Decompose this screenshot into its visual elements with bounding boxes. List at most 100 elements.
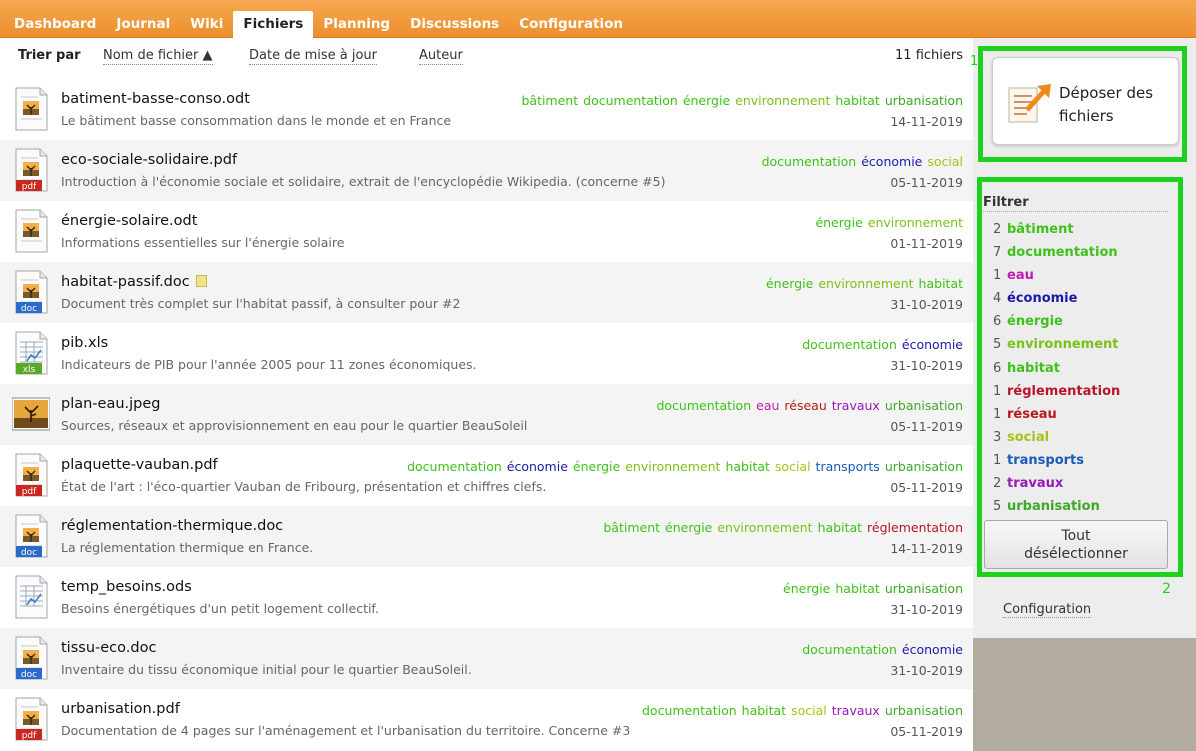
- tab-planning[interactable]: Planning: [313, 11, 400, 38]
- filter-item-3[interactable]: 4 économie: [993, 289, 1120, 312]
- tag-link[interactable]: réglementation: [867, 520, 963, 535]
- tag-link[interactable]: bâtiment: [521, 93, 578, 108]
- file-row[interactable]: batiment-basse-conso.odt Le bâtiment bass…: [0, 79, 973, 140]
- doc-file-icon[interactable]: doc: [12, 270, 50, 314]
- tab-discussions[interactable]: Discussions: [400, 11, 509, 38]
- tag-link[interactable]: environnement: [625, 459, 720, 474]
- deselect-all-button[interactable]: Tout désélectionner: [984, 520, 1168, 569]
- tag-link[interactable]: travaux: [832, 703, 880, 718]
- file-row[interactable]: plan-eau.jpeg Sources, réseaux et approvi…: [0, 384, 973, 445]
- tag-link[interactable]: documentation: [583, 93, 678, 108]
- file-row[interactable]: doc réglementation-thermique.doc La réglem…: [0, 506, 973, 567]
- file-name-link[interactable]: eco-sociale-solidaire.pdf: [61, 152, 237, 168]
- xls-file-icon[interactable]: xls: [12, 331, 50, 375]
- file-row[interactable]: pdf plaquette-vauban.pdf État de l'art : l…: [0, 445, 973, 506]
- tag-link[interactable]: économie: [861, 154, 922, 169]
- tag-link[interactable]: bâtiment: [603, 520, 660, 535]
- filter-item-11[interactable]: 2 travaux: [993, 474, 1120, 497]
- tag-link[interactable]: urbanisation: [885, 459, 963, 474]
- pdf-file-icon[interactable]: pdf: [12, 697, 50, 741]
- upload-files-button[interactable]: Déposer des fichiers: [992, 57, 1179, 145]
- tab-fichiers[interactable]: Fichiers: [233, 11, 314, 38]
- tag-link[interactable]: social: [927, 154, 963, 169]
- sidebar-config-link[interactable]: Configuration: [1003, 602, 1092, 618]
- tag-link[interactable]: urbanisation: [885, 93, 963, 108]
- tab-journal[interactable]: Journal: [106, 11, 180, 38]
- tag-link[interactable]: urbanisation: [885, 398, 963, 413]
- tag-link[interactable]: documentation: [656, 398, 751, 413]
- odt-file-icon[interactable]: [12, 209, 50, 253]
- file-name-link[interactable]: urbanisation.pdf: [61, 701, 180, 717]
- file-row[interactable]: pdf eco-sociale-solidaire.pdf Introduction…: [0, 140, 973, 201]
- tag-link[interactable]: social: [775, 459, 811, 474]
- doc-file-icon[interactable]: doc: [12, 514, 50, 558]
- file-name-link[interactable]: plaquette-vauban.pdf: [61, 457, 218, 473]
- tag-link[interactable]: environnement: [735, 93, 830, 108]
- tag-link[interactable]: documentation: [642, 703, 737, 718]
- ods-file-icon[interactable]: [12, 575, 50, 619]
- filter-item-0[interactable]: 2 bâtiment: [993, 220, 1120, 243]
- tag-link[interactable]: énergie: [665, 520, 712, 535]
- filter-item-5[interactable]: 5 environnement: [993, 335, 1120, 358]
- pdf-file-icon[interactable]: pdf: [12, 453, 50, 497]
- tab-dashboard[interactable]: Dashboard: [4, 11, 106, 38]
- tag-link[interactable]: habitat: [919, 276, 963, 291]
- tag-link[interactable]: documentation: [407, 459, 502, 474]
- file-name-link[interactable]: temp_besoins.ods: [61, 579, 192, 595]
- sort-by-name-link[interactable]: Nom de fichier ▲: [103, 48, 213, 65]
- tag-link[interactable]: énergie: [683, 93, 730, 108]
- file-name-link[interactable]: pib.xls: [61, 335, 108, 351]
- filter-item-9[interactable]: 3 social: [993, 428, 1120, 451]
- file-row[interactable]: doc tissu-eco.doc Inventaire du tissu écon…: [0, 628, 973, 689]
- tag-link[interactable]: réseau: [784, 398, 826, 413]
- tab-configuration[interactable]: Configuration: [509, 11, 633, 38]
- filter-item-6[interactable]: 6 habitat: [993, 359, 1120, 382]
- file-name-link[interactable]: batiment-basse-conso.odt: [61, 91, 250, 107]
- filter-item-12[interactable]: 5 urbanisation: [993, 497, 1120, 520]
- tag-link[interactable]: économie: [902, 337, 963, 352]
- filter-item-10[interactable]: 1 transports: [993, 451, 1120, 474]
- tag-link[interactable]: documentation: [802, 642, 897, 657]
- file-name-link[interactable]: habitat-passif.doc: [61, 274, 207, 290]
- filter-item-4[interactable]: 6 énergie: [993, 312, 1120, 335]
- tag-link[interactable]: environnement: [818, 276, 913, 291]
- odt-file-icon[interactable]: [12, 87, 50, 131]
- tag-link[interactable]: énergie: [815, 215, 862, 230]
- tag-link[interactable]: énergie: [783, 581, 830, 596]
- tag-link[interactable]: économie: [902, 642, 963, 657]
- doc-file-icon[interactable]: doc: [12, 636, 50, 680]
- tag-link[interactable]: social: [791, 703, 827, 718]
- tag-link[interactable]: habitat: [725, 459, 769, 474]
- tag-link[interactable]: travaux: [832, 398, 880, 413]
- filter-item-7[interactable]: 1 réglementation: [993, 382, 1120, 405]
- tag-link[interactable]: habitat: [818, 520, 862, 535]
- sort-by-date-link[interactable]: Date de mise à jour: [249, 48, 378, 65]
- tag-link[interactable]: urbanisation: [885, 581, 963, 596]
- tag-link[interactable]: habitat: [835, 581, 879, 596]
- tag-link[interactable]: urbanisation: [885, 703, 963, 718]
- tag-link[interactable]: économie: [507, 459, 568, 474]
- tag-link[interactable]: documentation: [762, 154, 857, 169]
- file-row[interactable]: xls pib.xls Indicateurs de PIB pour l'anné…: [0, 323, 973, 384]
- filter-item-1[interactable]: 7 documentation: [993, 243, 1120, 266]
- tag-link[interactable]: environnement: [868, 215, 963, 230]
- filter-item-2[interactable]: 1 eau: [993, 266, 1120, 289]
- tag-link[interactable]: environnement: [717, 520, 812, 535]
- file-name-link[interactable]: plan-eau.jpeg: [61, 396, 161, 412]
- tag-link[interactable]: transports: [816, 459, 880, 474]
- note-icon[interactable]: [195, 275, 207, 287]
- file-row[interactable]: temp_besoins.ods Besoins énergétiques d'u…: [0, 567, 973, 628]
- tag-link[interactable]: habitat: [742, 703, 786, 718]
- file-name-link[interactable]: énergie-solaire.odt: [61, 213, 197, 229]
- tab-wiki[interactable]: Wiki: [180, 11, 233, 38]
- file-row[interactable]: énergie-solaire.odt Informations essentie…: [0, 201, 973, 262]
- pdf-file-icon[interactable]: pdf: [12, 148, 50, 192]
- file-name-link[interactable]: tissu-eco.doc: [61, 640, 156, 656]
- file-row[interactable]: pdf urbanisation.pdf Documentation de 4 pa…: [0, 689, 973, 750]
- file-row[interactable]: doc habitat-passif.doc Document très compl…: [0, 262, 973, 323]
- sort-by-author-link[interactable]: Auteur: [419, 48, 463, 65]
- tag-link[interactable]: documentation: [802, 337, 897, 352]
- filter-item-8[interactable]: 1 réseau: [993, 405, 1120, 428]
- tag-link[interactable]: énergie: [573, 459, 620, 474]
- tag-link[interactable]: énergie: [766, 276, 813, 291]
